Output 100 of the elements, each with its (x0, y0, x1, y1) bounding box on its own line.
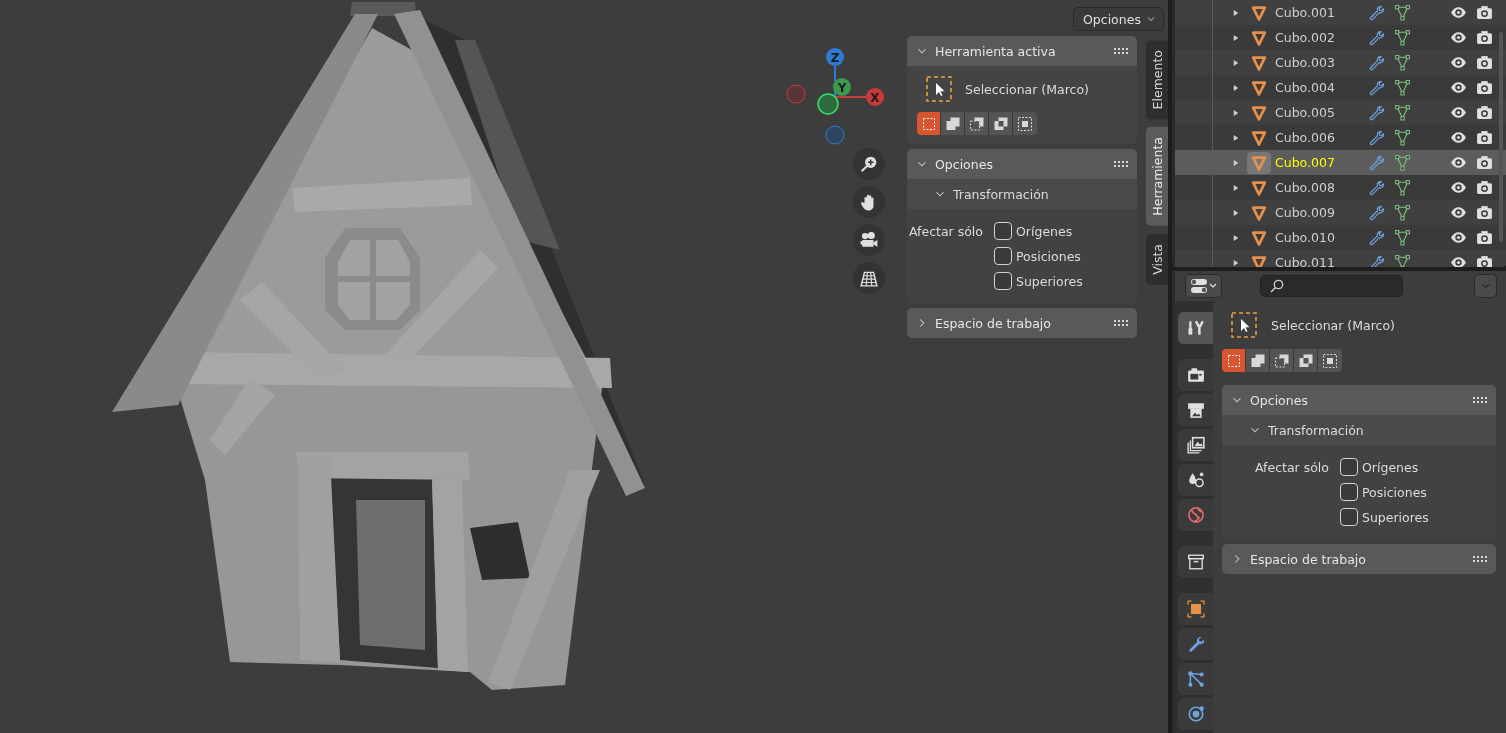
panel-title: Espacio de trabajo (1250, 551, 1367, 567)
vertex-triangle-icon (1393, 179, 1411, 196)
object-name: Cubo.011 (1275, 255, 1336, 267)
wrench-icon (1367, 204, 1385, 221)
search-icon (1269, 278, 1285, 294)
axis-label: Y (837, 80, 847, 95)
editor-type-button[interactable] (1185, 274, 1222, 298)
vertex-triangle-icon (1393, 229, 1411, 246)
eye-icon (1449, 79, 1467, 96)
zoom-button[interactable] (853, 148, 885, 180)
properties-tab[interactable] (1178, 394, 1213, 426)
ortho-toggle-button[interactable] (853, 262, 885, 294)
pan-button[interactable] (853, 186, 885, 218)
properties-tab[interactable] (1178, 593, 1213, 625)
sidebar-tab[interactable]: Vista (1146, 234, 1168, 285)
mode-icon (1017, 115, 1033, 132)
object-name: Cubo.002 (1275, 30, 1336, 45)
sidebar-tab[interactable]: Elemento (1146, 40, 1168, 120)
panel-header[interactable]: Espacio de trabajo (1222, 544, 1496, 574)
checkbox-label: Posiciones (1362, 484, 1427, 500)
properties-tab[interactable] (1178, 359, 1213, 391)
properties-tab[interactable] (1178, 698, 1213, 730)
properties-tab[interactable] (1178, 464, 1213, 496)
eye-icon (1449, 54, 1467, 71)
mode-button[interactable] (965, 112, 989, 135)
camera-icon (1475, 54, 1493, 71)
axis-handle[interactable] (833, 78, 851, 96)
eye-icon (1449, 229, 1467, 246)
camera-icon (1475, 229, 1493, 246)
inverted-triangle-icon (1250, 153, 1268, 172)
mode-button[interactable] (1270, 349, 1294, 372)
camera-view-button[interactable] (853, 224, 885, 256)
object-name: Cubo.008 (1275, 180, 1336, 195)
object-name: Cubo.007 (1275, 155, 1336, 170)
checkbox-label: Orígenes (1362, 459, 1419, 475)
properties-tab[interactable] (1178, 429, 1213, 461)
panel-header[interactable]: Espacio de trabajo (907, 308, 1137, 338)
properties-tab[interactable] (1178, 312, 1213, 344)
checkbox[interactable] (994, 247, 1012, 265)
checkbox-label: Orígenes (1016, 223, 1073, 239)
panel-title: Herramienta activa (935, 43, 1057, 59)
axis-handle[interactable] (817, 93, 839, 115)
eye-icon (1449, 204, 1467, 221)
checkbox[interactable] (994, 222, 1012, 240)
mode-button[interactable] (1318, 349, 1342, 372)
camera-icon (1475, 129, 1493, 146)
inverted-triangle-icon (1250, 28, 1268, 47)
panel-header[interactable]: Transformación (1222, 415, 1496, 445)
printer-icon (1186, 401, 1205, 419)
options-dropdown[interactable]: Opciones (1073, 7, 1164, 31)
panel-header[interactable]: Opciones (1222, 385, 1496, 415)
object-name: Cubo.010 (1275, 230, 1336, 245)
eye-icon (1449, 254, 1467, 267)
checkbox[interactable] (1340, 458, 1358, 476)
mode-button[interactable] (1013, 112, 1037, 135)
properties-tab[interactable] (1178, 546, 1213, 578)
mode-button[interactable] (1246, 349, 1270, 372)
panel-title: Opciones (935, 156, 994, 172)
properties-tab[interactable] (1178, 663, 1213, 695)
inverted-triangle-icon (1250, 3, 1268, 22)
eye-icon (1449, 104, 1467, 121)
checkbox[interactable] (1340, 483, 1358, 501)
vertex-triangle-icon (1393, 129, 1411, 146)
checkbox-label: Superiores (1016, 273, 1083, 289)
eye-icon (1449, 154, 1467, 171)
mode-icon (1297, 352, 1314, 369)
properties-tab[interactable] (1178, 628, 1213, 660)
tool-name: Seleccionar (Marco) (965, 81, 1089, 97)
wrench-icon (1367, 79, 1385, 96)
panel-title: Transformación (953, 186, 1049, 202)
panel-header[interactable]: Transformación (907, 179, 1137, 209)
panel-header[interactable]: Herramienta activa (907, 36, 1137, 66)
sidebar-tab[interactable]: Herramienta (1146, 127, 1168, 227)
checkbox[interactable] (1340, 508, 1358, 526)
object-name: Cubo.003 (1275, 55, 1336, 70)
panel-title: Espacio de trabajo (935, 315, 1052, 331)
mode-button[interactable] (989, 112, 1013, 135)
checkbox[interactable] (994, 272, 1012, 290)
mode-icon (1273, 352, 1290, 369)
mode-button[interactable] (1222, 349, 1246, 372)
vertex-triangle-icon (1393, 79, 1411, 96)
axis-handle[interactable] (866, 88, 884, 106)
zoom-icon (860, 155, 878, 173)
mode-button[interactable] (917, 112, 941, 135)
inverted-triangle-icon (1250, 178, 1268, 197)
checkbox-label: Posiciones (1016, 248, 1081, 264)
mode-button[interactable] (941, 112, 965, 135)
axis-handle[interactable] (826, 48, 844, 66)
mode-button[interactable] (1294, 349, 1318, 372)
nodes-icon (1186, 670, 1205, 688)
properties-tab[interactable] (1178, 499, 1213, 531)
vertex-triangle-icon (1393, 54, 1411, 71)
search-field[interactable] (1260, 275, 1403, 297)
camera-icon (1475, 254, 1493, 267)
wrench-icon (1367, 229, 1385, 246)
panel-header[interactable]: Opciones (907, 149, 1137, 179)
outliner-row[interactable]: Cubo.007 (1175, 150, 1506, 175)
inverted-triangle-icon (1250, 253, 1268, 267)
eye-icon (1449, 179, 1467, 196)
object-name: Cubo.005 (1275, 105, 1336, 120)
